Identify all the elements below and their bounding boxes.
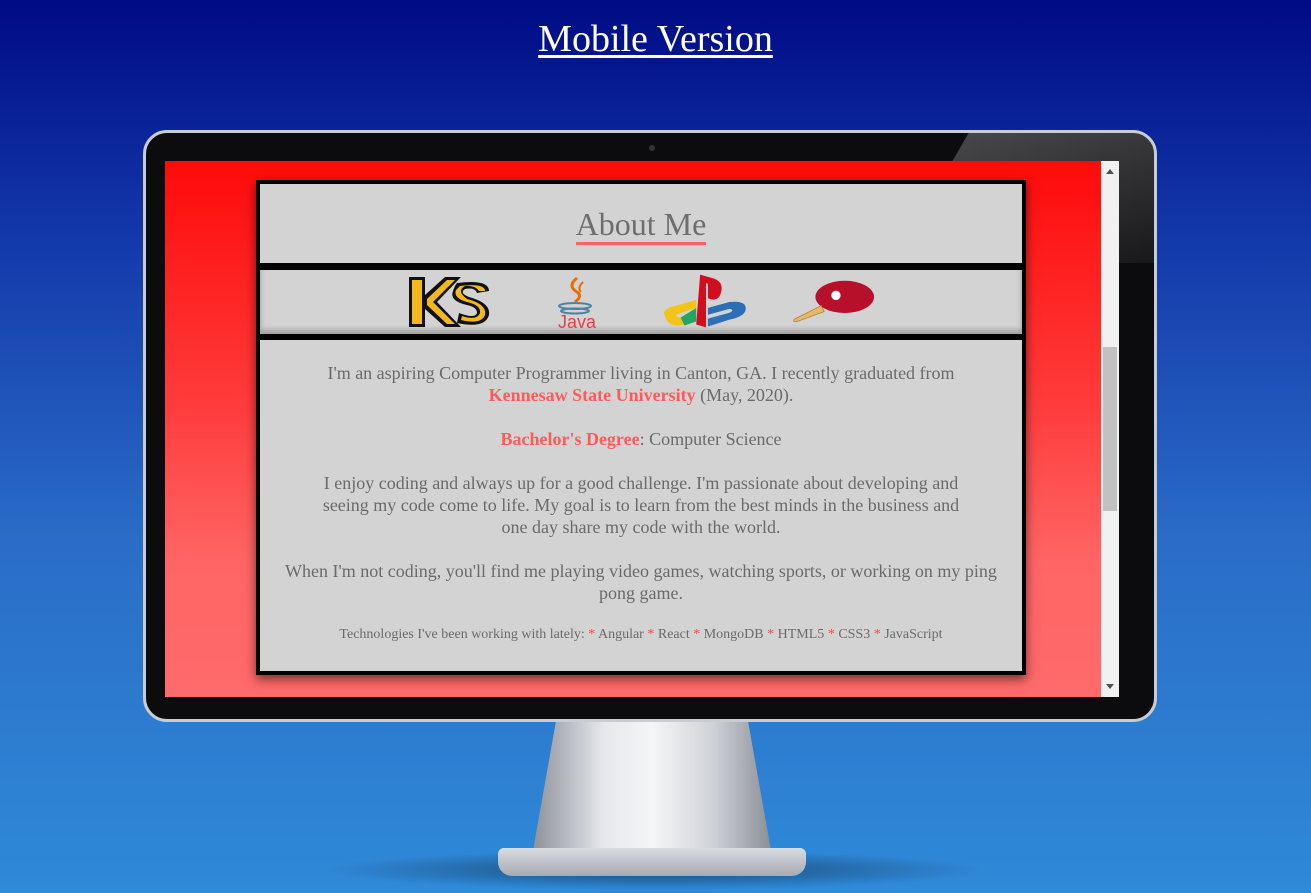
degree-paragraph: Bachelor's Degree: Computer Science xyxy=(284,428,998,450)
svg-text:Java: Java xyxy=(558,312,597,332)
ksu-logo-icon xyxy=(405,272,493,332)
tech-item: HTML5 xyxy=(777,627,825,642)
ping-pong-paddle-icon xyxy=(789,272,877,332)
separator-star: * xyxy=(767,627,775,642)
separator-star: * xyxy=(693,627,701,642)
degree-label: Bachelor's Degree xyxy=(500,429,640,449)
camera-icon xyxy=(649,145,655,151)
degree-value: : Computer Science xyxy=(639,429,782,449)
tech-item: JavaScript xyxy=(884,627,943,642)
tech-item: MongoDB xyxy=(703,627,764,642)
playstation-icon xyxy=(661,272,749,332)
scroll-thumb[interactable] xyxy=(1103,347,1117,511)
scroll-down-arrow-icon[interactable] xyxy=(1106,684,1114,689)
tech-item: React xyxy=(657,627,690,642)
university-link[interactable]: Kennesaw State University xyxy=(489,385,696,405)
passion-paragraph: I enjoy coding and always up for a good … xyxy=(322,473,960,537)
about-card: About Me Java I'm an aspiring Computer P… xyxy=(256,180,1026,675)
intro-paragraph: I'm an aspiring Computer Programmer livi… xyxy=(284,362,998,406)
graduation-date: (May, 2020). xyxy=(700,385,794,405)
vertical-scrollbar[interactable] xyxy=(1101,161,1119,697)
separator-star: * xyxy=(588,627,596,642)
scroll-up-arrow-icon[interactable] xyxy=(1106,169,1114,174)
tech-item: Angular xyxy=(597,627,644,642)
monitor-screen[interactable]: About Me Java I'm an aspiring Computer P… xyxy=(165,161,1119,697)
separator-star: * xyxy=(873,627,881,642)
monitor-frame: About Me Java I'm an aspiring Computer P… xyxy=(143,130,1157,722)
java-icon: Java xyxy=(533,272,621,332)
separator-star: * xyxy=(827,627,835,642)
tech-item: CSS3 xyxy=(838,627,871,642)
mobile-version-link[interactable]: Mobile Version xyxy=(0,17,1311,61)
intro-text: I'm an aspiring Computer Programmer livi… xyxy=(327,363,955,383)
separator-star: * xyxy=(647,627,655,642)
monitor-stand-base xyxy=(498,848,806,876)
technologies-prefix: Technologies I've been working with late… xyxy=(339,627,585,642)
hobbies-paragraph: When I'm not coding, you'll find me play… xyxy=(285,561,997,603)
about-title: About Me xyxy=(575,206,707,245)
about-title-panel: About Me xyxy=(256,180,1026,267)
about-body-panel: I'm an aspiring Computer Programmer livi… xyxy=(256,336,1026,675)
about-icons-panel: Java xyxy=(256,266,1026,338)
technologies-line: Technologies I've been working with late… xyxy=(284,626,998,644)
